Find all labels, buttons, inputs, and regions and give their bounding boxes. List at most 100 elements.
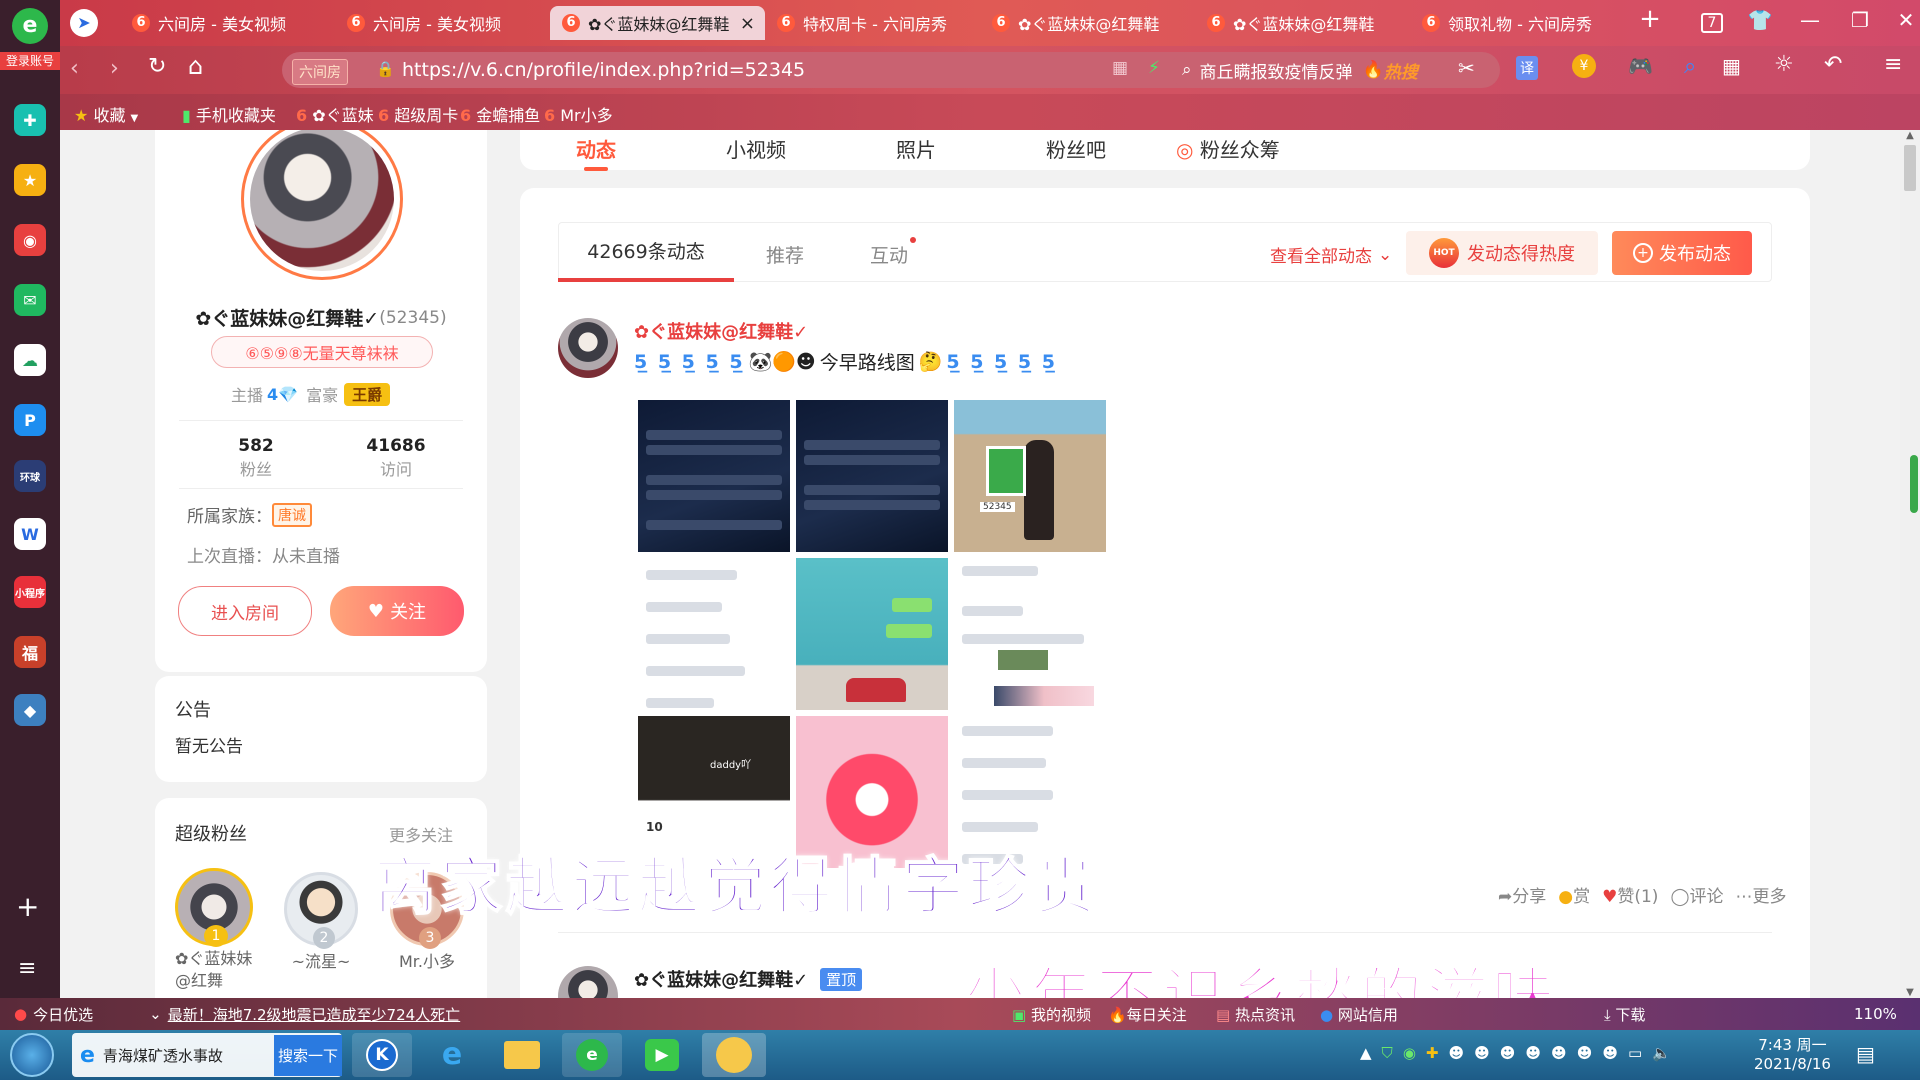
taskbar-search-app[interactable]: e 青海煤矿透水事故 搜索一下 xyxy=(72,1033,342,1077)
qq-icon[interactable]: ☻ xyxy=(1602,1044,1618,1062)
qq-icon[interactable]: ☻ xyxy=(1551,1044,1567,1062)
tab-7[interactable]: 6 领取礼物 - 六间房秀 xyxy=(1410,6,1625,40)
bookmark-profile[interactable]: 6 ✿ぐ蓝妹 xyxy=(296,102,374,126)
qq-icon[interactable]: ☻ xyxy=(1474,1044,1490,1062)
lightning-icon[interactable]: ⚡ xyxy=(1148,58,1160,78)
qq-icon[interactable]: ☻ xyxy=(1525,1044,1541,1062)
taskbar-player[interactable]: ▶ xyxy=(632,1033,692,1077)
visits-stat[interactable]: 41686 访问 xyxy=(351,436,441,480)
minimize-icon[interactable]: — xyxy=(1790,8,1830,32)
clock[interactable]: 7:43 周一 2021/8/16 xyxy=(1754,1036,1831,1074)
nav-tab-crowdfund[interactable]: ◎ 粉丝众筹 xyxy=(1176,134,1280,163)
nav-tab-photos[interactable]: 照片 xyxy=(896,134,936,163)
tray-app-icon[interactable]: ◉ xyxy=(1403,1044,1416,1062)
qq-icon[interactable]: ☻ xyxy=(1500,1044,1516,1062)
game-icon[interactable]: 环球 xyxy=(14,460,46,492)
tab-3-active[interactable]: 6 ✿ぐ蓝妹妹@红舞鞋 × xyxy=(550,6,765,40)
fans-stat[interactable]: 582 粉丝 xyxy=(211,436,301,480)
bookmark-mrxiaoduo[interactable]: 6 Mr小多 xyxy=(544,102,613,126)
follow-button[interactable]: ♥ 关注 xyxy=(330,586,464,636)
side-scroll-indicator[interactable] xyxy=(1910,455,1918,513)
post-author[interactable]: ✿ぐ蓝妹妹@红舞鞋✓ xyxy=(634,318,808,344)
home-icon[interactable]: ⌂ xyxy=(188,52,203,80)
nav-tab-videos[interactable]: 小视频 xyxy=(726,134,786,163)
qq-icon[interactable]: ☻ xyxy=(1448,1044,1464,1062)
scroll-down-icon[interactable]: ▼ xyxy=(1900,987,1920,998)
taskbar-avatar-app[interactable] xyxy=(702,1033,766,1077)
search-input[interactable]: ⌕ 商丘瞒报致疫情反弹 🔥 热搜 xyxy=(1170,52,1500,88)
feed-tab-recommend[interactable]: 推荐 xyxy=(766,241,804,268)
more-action[interactable]: ⋯更多 xyxy=(1735,882,1786,907)
shield-icon[interactable]: ⛉ xyxy=(1382,1044,1393,1062)
red-envelope-icon[interactable]: 福 xyxy=(14,636,46,668)
cartoon-game-icon[interactable]: ◆ xyxy=(14,694,46,726)
windows-start-icon[interactable] xyxy=(10,1033,54,1077)
post-image-1[interactable] xyxy=(638,400,790,552)
super-fan-1[interactable]: 1 ✿ぐ蓝妹妹@红舞 xyxy=(175,868,255,992)
feed-tab-interact[interactable]: 互动 xyxy=(870,237,917,268)
post-author-avatar[interactable] xyxy=(558,318,618,378)
nav-tab-feed[interactable]: 动态 xyxy=(576,134,616,171)
zoom-level[interactable]: 110% xyxy=(1854,1005,1897,1023)
bookmark-fishing[interactable]: 6 金蟾捕鱼 xyxy=(460,102,540,126)
undo-icon[interactable]: ↶ xyxy=(1824,52,1842,77)
p-app-icon[interactable]: P xyxy=(14,404,46,436)
daily-follow-link[interactable]: 🔥每日关注 xyxy=(1108,1004,1187,1025)
new-tab-icon[interactable]: + xyxy=(1630,4,1670,34)
star-icon[interactable]: ★ xyxy=(14,164,46,196)
taskbar-ie[interactable]: e xyxy=(422,1033,482,1077)
comment-action[interactable]: ◯评论 xyxy=(1670,882,1723,907)
download-link[interactable]: ⤓ 下载 xyxy=(1604,1004,1645,1025)
close-window-icon[interactable]: ✕ xyxy=(1886,8,1920,32)
scissors-icon[interactable]: ✂ xyxy=(1458,56,1475,80)
translate-icon[interactable]: 译 xyxy=(1516,56,1538,80)
hot-post-button[interactable]: HOT 发动态得热度 xyxy=(1406,231,1598,275)
grid-apps-icon[interactable]: ▦ xyxy=(1722,54,1741,78)
bookmark-mobile[interactable]: ▮ 手机收藏夹 xyxy=(182,102,276,126)
scroll-thumb[interactable] xyxy=(1904,145,1916,191)
plus-cross-icon[interactable]: ✚ xyxy=(14,104,46,136)
tab-1[interactable]: 6 六间房 - 美女视频 xyxy=(120,6,335,40)
post-image-4[interactable] xyxy=(638,558,790,710)
post-image-5[interactable] xyxy=(796,558,948,710)
news-ticker[interactable]: 最新！海地7.2级地震已造成至少724人死亡 xyxy=(168,1004,461,1025)
action-center-icon[interactable]: ▤ xyxy=(1856,1042,1875,1066)
taskbar-search-button[interactable]: 搜索一下 xyxy=(273,1034,342,1076)
menu-list-icon[interactable]: ≡ xyxy=(18,956,36,981)
my-videos-link[interactable]: ▣ 我的视频 xyxy=(1012,1004,1091,1025)
close-tab-icon[interactable]: × xyxy=(740,13,755,34)
back-icon[interactable]: ‹ xyxy=(70,56,79,81)
taskbar-explorer[interactable] xyxy=(492,1033,552,1077)
forward-icon[interactable]: › xyxy=(110,56,119,81)
cloud-icon[interactable]: ☁ xyxy=(14,344,46,376)
tab-2[interactable]: 6 六间房 - 美女视频 xyxy=(335,6,550,40)
family-badge[interactable]: 唐诚 xyxy=(272,502,312,527)
post-image-6[interactable] xyxy=(954,558,1106,710)
feed-tab-all[interactable]: 42669条动态 xyxy=(558,222,734,282)
scroll-up-icon[interactable]: ▲ xyxy=(1900,130,1920,141)
word-doc-icon[interactable]: W xyxy=(14,518,46,550)
qq-icon[interactable]: ☻ xyxy=(1577,1044,1593,1062)
post2-author[interactable]: ✿ぐ蓝妹妹@红舞鞋✓ 置顶 xyxy=(634,966,863,992)
add-app-icon[interactable]: + xyxy=(16,890,39,923)
reward-action[interactable]: ●赏 xyxy=(1558,882,1590,907)
mail-icon[interactable]: ✉ xyxy=(14,284,46,316)
url-text[interactable]: https://v.6.cn/profile/index.php?rid=523… xyxy=(402,59,805,81)
gamepad-icon[interactable]: 🎮 xyxy=(1628,54,1653,78)
post-image-3[interactable]: 52345 xyxy=(954,400,1106,552)
browser-logo[interactable]: e xyxy=(8,8,52,52)
tab-6[interactable]: 6 ✿ぐ蓝妹妹@红舞鞋 xyxy=(1195,6,1410,40)
tray-plus-icon[interactable]: ✚ xyxy=(1426,1044,1439,1062)
taskbar-browser[interactable]: e xyxy=(562,1033,622,1077)
restore-icon[interactable]: ❐ xyxy=(1840,8,1880,32)
nav-tab-fanbar[interactable]: 粉丝吧 xyxy=(1046,134,1106,163)
site-credit-link[interactable]: ● 网站信用 xyxy=(1320,1004,1398,1025)
post2-author-avatar[interactable] xyxy=(558,966,618,998)
today-picks-link[interactable]: 今日优选 xyxy=(33,1004,93,1025)
taskbar-k-app[interactable]: K xyxy=(352,1033,412,1077)
avatar[interactable] xyxy=(241,130,403,280)
navigation-arrow-icon[interactable]: ➤ xyxy=(70,9,98,37)
publish-post-button[interactable]: + 发布动态 xyxy=(1612,231,1752,275)
qr-icon[interactable]: ▦ xyxy=(1112,58,1128,78)
view-all-dropdown[interactable]: 查看全部动态 ⌄ xyxy=(1270,242,1392,268)
